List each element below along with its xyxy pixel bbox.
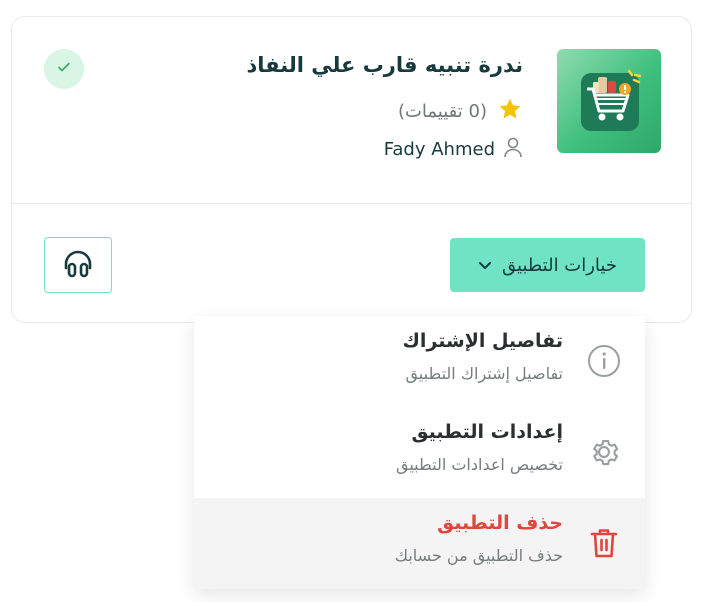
chevron-down-icon bbox=[478, 256, 492, 275]
user-icon bbox=[503, 136, 523, 162]
menu-item-delete-app[interactable]: حذف التطبيق حذف التطبيق من حسابك bbox=[194, 498, 645, 589]
info-icon bbox=[586, 343, 622, 379]
gear-icon bbox=[586, 434, 622, 470]
app-card: ندرة تنبيه قارب علي النفاذ (0 تقييمات) F… bbox=[11, 16, 692, 323]
menu-item-title: إعدادات التطبيق bbox=[411, 421, 564, 443]
app-title: ندرة تنبيه قارب علي النفاذ bbox=[246, 53, 523, 77]
author: Fady Ahmed bbox=[384, 136, 523, 162]
author-name: Fady Ahmed bbox=[383, 138, 495, 160]
menu-item-app-settings[interactable]: إعدادات التطبيق تخصيص اعدادات التطبيق bbox=[194, 407, 645, 498]
menu-item-subtitle: تفاصيل إشتراك التطبيق bbox=[405, 364, 563, 383]
support-button[interactable] bbox=[44, 237, 112, 293]
menu-item-subtitle: تخصيص اعدادات التطبيق bbox=[396, 455, 563, 474]
headphones-icon bbox=[62, 248, 94, 282]
menu-item-subtitle: حذف التطبيق من حسابك bbox=[394, 546, 563, 565]
app-options-label: خيارات التطبيق bbox=[502, 254, 617, 276]
menu-item-title: تفاصيل الإشتراك bbox=[402, 330, 563, 352]
installed-status-badge bbox=[44, 49, 84, 89]
shopping-cart-app-icon bbox=[581, 69, 642, 131]
card-divider bbox=[12, 203, 691, 204]
app-options-button[interactable]: خيارات التطبيق bbox=[450, 238, 645, 292]
rating: (0 تقييمات) bbox=[398, 96, 523, 126]
rating-count: (0 تقييمات) bbox=[397, 100, 487, 122]
check-icon bbox=[56, 59, 72, 79]
menu-item-subscription-details[interactable]: تفاصيل الإشتراك تفاصيل إشتراك التطبيق bbox=[194, 316, 645, 407]
menu-item-title: حذف التطبيق bbox=[437, 512, 563, 534]
app-thumbnail bbox=[557, 49, 661, 153]
trash-icon bbox=[586, 525, 622, 561]
app-options-menu: تفاصيل الإشتراك تفاصيل إشتراك التطبيق إع… bbox=[194, 316, 645, 589]
star-icon bbox=[497, 96, 523, 126]
